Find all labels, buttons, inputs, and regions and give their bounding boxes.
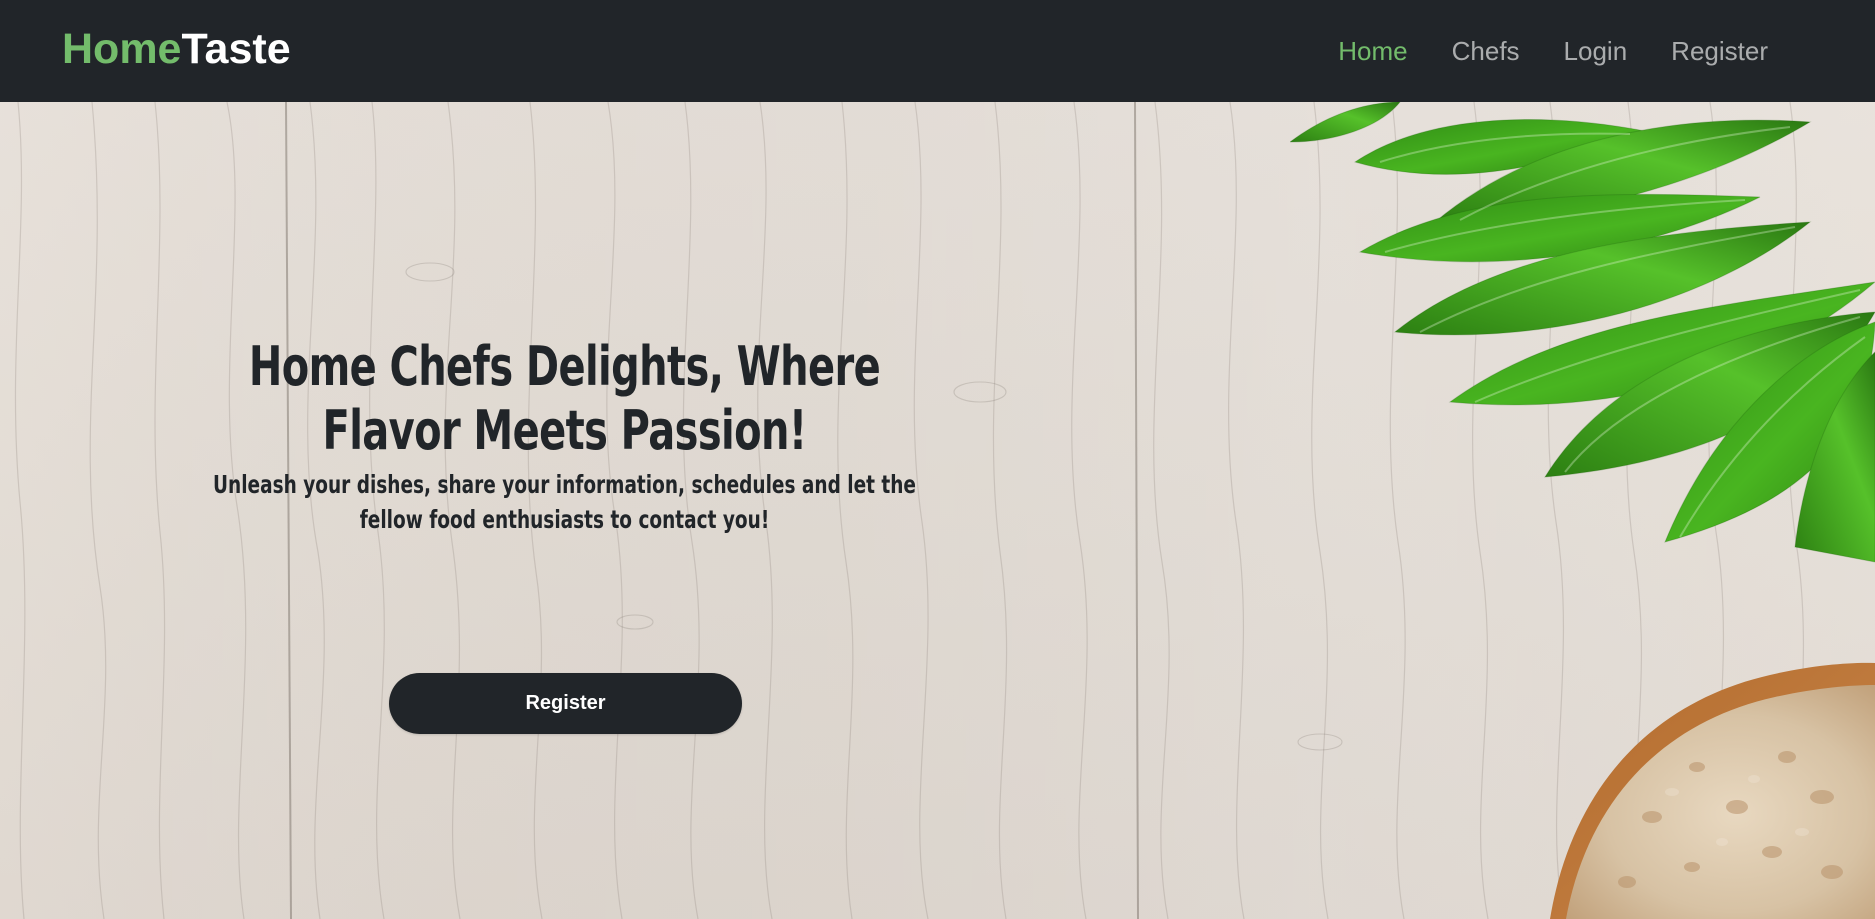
nav-links: Home Chefs Login Register — [1338, 0, 1768, 102]
brand-logo-taste: Taste — [181, 25, 291, 73]
hero-title: Home Chefs Delights, Where Flavor Meets … — [248, 335, 881, 462]
top-navbar: HomeTaste Home Chefs Login Register — [0, 0, 1875, 102]
nav-link-chefs[interactable]: Chefs — [1452, 36, 1520, 67]
hero-subtitle: Unleash your dishes, share your informat… — [213, 470, 916, 534]
home-page: HomeTaste Home Chefs Login Register Home… — [0, 0, 1875, 919]
brand-logo[interactable]: HomeTaste — [62, 25, 291, 73]
nav-link-home[interactable]: Home — [1338, 36, 1407, 67]
nav-link-register[interactable]: Register — [1671, 36, 1768, 67]
hero-register-button[interactable]: Register — [389, 673, 742, 734]
hero-text: Home Chefs Delights, Where Flavor Meets … — [62, 335, 1067, 537]
nav-link-login[interactable]: Login — [1564, 36, 1628, 67]
brand-logo-home: Home — [62, 25, 182, 73]
